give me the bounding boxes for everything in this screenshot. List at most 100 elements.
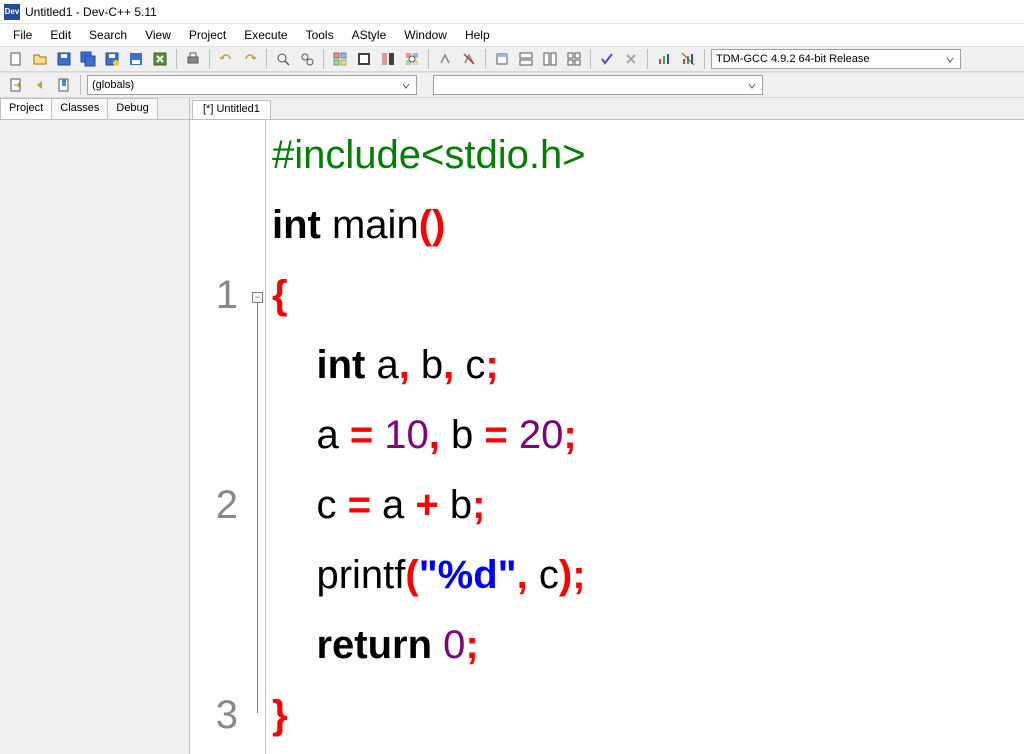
code-token: a — [371, 483, 415, 527]
code-token: return — [316, 623, 432, 667]
window-title: Untitled1 - Dev-C++ 5.11 — [25, 5, 157, 19]
member-dropdown[interactable] — [433, 75, 763, 95]
globals-dropdown[interactable]: (globals) — [87, 75, 417, 95]
stop-debug-icon[interactable] — [459, 49, 479, 69]
tile-h-icon[interactable] — [516, 49, 536, 69]
code-token: , — [429, 413, 440, 457]
run-icon[interactable] — [354, 49, 374, 69]
new-window-icon[interactable] — [492, 49, 512, 69]
app-icon: Dev — [4, 4, 20, 20]
tile-grid-icon[interactable] — [564, 49, 584, 69]
menu-project[interactable]: Project — [180, 25, 235, 45]
replace-icon[interactable] — [297, 49, 317, 69]
save-icon[interactable] — [54, 49, 74, 69]
code-token: , — [517, 553, 528, 597]
code-editor[interactable]: 1 2 3 4 5 6 7 8 9 − #include<stdio.h>int… — [190, 120, 1024, 754]
new-file-icon[interactable] — [6, 49, 26, 69]
compile-icon[interactable] — [330, 49, 350, 69]
profile-icon[interactable] — [654, 49, 674, 69]
open-file-icon[interactable] — [30, 49, 50, 69]
editor-panel: [*] Untitled1 1 2 3 4 5 6 7 8 9 − #inclu… — [190, 98, 1024, 754]
fold-bar: − — [250, 120, 266, 754]
code-token: int — [316, 343, 365, 387]
fold-toggle-icon[interactable]: − — [252, 292, 263, 303]
code-token: ; — [572, 553, 585, 597]
save-as-icon[interactable] — [102, 49, 122, 69]
print-icon[interactable] — [183, 49, 203, 69]
find-icon[interactable] — [273, 49, 293, 69]
code-token: a — [316, 413, 349, 457]
menu-tools[interactable]: Tools — [297, 25, 343, 45]
menubar: File Edit Search View Project Execute To… — [0, 24, 1024, 46]
code-token: ) — [559, 553, 572, 597]
separator — [428, 49, 429, 69]
chevron-down-icon — [942, 52, 958, 68]
separator — [80, 75, 81, 95]
code-token: = — [350, 413, 373, 457]
editor-tab-untitled1[interactable]: [*] Untitled1 — [192, 100, 271, 119]
menu-file[interactable]: File — [4, 25, 41, 45]
delete-profile-icon[interactable] — [678, 49, 698, 69]
debug-icon[interactable] — [435, 49, 455, 69]
line-numbers: 1 2 3 4 5 6 7 8 9 — [190, 120, 250, 754]
menu-help[interactable]: Help — [456, 25, 499, 45]
linenum: 1 — [190, 260, 238, 330]
undo-icon[interactable] — [216, 49, 236, 69]
side-tabs: Project Classes Debug — [0, 98, 189, 120]
save-project-icon[interactable] — [126, 49, 146, 69]
rebuild-icon[interactable] — [402, 49, 422, 69]
compile-run-icon[interactable] — [378, 49, 398, 69]
code-token: "%d" — [419, 553, 517, 597]
separator — [590, 49, 591, 69]
tile-v-icon[interactable] — [540, 49, 560, 69]
separator — [176, 49, 177, 69]
menu-astyle[interactable]: AStyle — [343, 25, 396, 45]
chevron-down-icon — [398, 78, 414, 94]
code-token: a — [365, 343, 398, 387]
editor-tabs: [*] Untitled1 — [190, 98, 1024, 120]
menu-execute[interactable]: Execute — [235, 25, 296, 45]
toolbar-main: TDM-GCC 4.9.2 64-bit Release — [0, 46, 1024, 72]
fold-line — [257, 303, 258, 713]
separator — [209, 49, 210, 69]
code-token: 20 — [508, 413, 564, 457]
menu-view[interactable]: View — [136, 25, 180, 45]
code-token: b — [439, 483, 472, 527]
tab-classes[interactable]: Classes — [51, 98, 108, 119]
tab-project[interactable]: Project — [0, 98, 52, 119]
toolbar-class: (globals) — [0, 72, 1024, 98]
side-panel: Project Classes Debug — [0, 98, 190, 754]
code-token: c — [316, 483, 347, 527]
code-token: 10 — [373, 413, 429, 457]
separator — [485, 49, 486, 69]
menu-window[interactable]: Window — [395, 25, 456, 45]
check-icon[interactable] — [597, 49, 617, 69]
back-icon[interactable] — [30, 75, 50, 95]
goto-icon[interactable] — [6, 75, 26, 95]
save-all-icon[interactable] — [78, 49, 98, 69]
code-body[interactable]: #include<stdio.h>int main(){ int a, b, c… — [266, 120, 1024, 754]
separator — [266, 49, 267, 69]
close-icon[interactable] — [150, 49, 170, 69]
separator — [647, 49, 648, 69]
linenum: 2 — [190, 470, 238, 540]
code-token: ( — [405, 553, 418, 597]
code-token: ) — [432, 203, 445, 247]
code-token: c — [528, 553, 559, 597]
bookmark-icon[interactable] — [54, 75, 74, 95]
code-token: } — [272, 693, 288, 737]
code-token: ; — [465, 623, 478, 667]
code-token: c — [454, 343, 485, 387]
redo-icon[interactable] — [240, 49, 260, 69]
main-area: Project Classes Debug [*] Untitled1 1 2 … — [0, 98, 1024, 754]
tab-debug[interactable]: Debug — [107, 98, 157, 119]
linenum: 3 — [190, 680, 238, 750]
code-token: + — [415, 483, 438, 527]
code-token: , — [443, 343, 454, 387]
compiler-dropdown[interactable]: TDM-GCC 4.9.2 64-bit Release — [711, 49, 961, 69]
menu-edit[interactable]: Edit — [41, 25, 80, 45]
code-token: = — [484, 413, 507, 457]
clear-icon[interactable] — [621, 49, 641, 69]
compiler-value: TDM-GCC 4.9.2 64-bit Release — [716, 53, 869, 65]
menu-search[interactable]: Search — [80, 25, 136, 45]
